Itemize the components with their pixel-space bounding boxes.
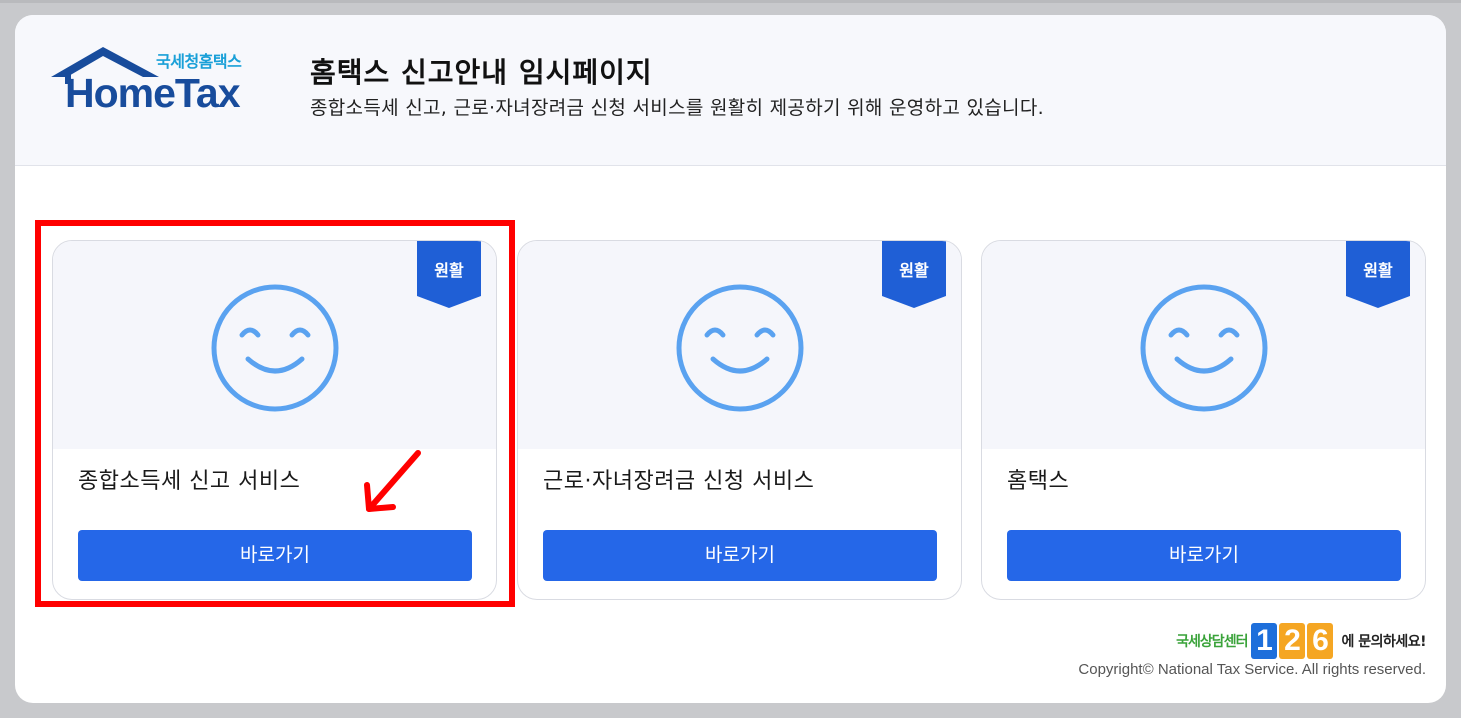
service-card-hometax: 원활 홈택스 바로가기 (981, 240, 1426, 600)
window-top-border (0, 0, 1461, 3)
copyright-text: Copyright© National Tax Service. All rig… (1078, 661, 1426, 678)
status-label: 원활 (1363, 261, 1393, 280)
smiley-icon (1140, 284, 1268, 412)
card-image-area: 원활 (518, 241, 961, 449)
go-button[interactable]: 바로가기 (543, 530, 937, 581)
status-badge: 원활 (1346, 241, 1410, 308)
card-title: 근로·자녀장려금 신청 서비스 (543, 469, 815, 494)
callcenter-digit: 2 (1279, 623, 1306, 659)
callcenter-digit: 6 (1307, 623, 1334, 659)
page-header: 국세청홈택스 HomeTax 홈택스 신고안내 임시페이지 종합소득세 신고, … (15, 15, 1446, 166)
service-card-earned-income-credit: 원활 근로·자녀장려금 신청 서비스 바로가기 (517, 240, 962, 600)
page-subtitle: 종합소득세 신고, 근로·자녀장려금 신청 서비스를 원활히 제공하기 위해 운… (310, 97, 1044, 119)
callcenter-prefix: 국세상담센터 (1176, 634, 1248, 650)
page-title: 홈택스 신고안내 임시페이지 (310, 56, 653, 89)
smiley-icon (676, 284, 804, 412)
status-label: 원활 (899, 261, 929, 280)
hometax-logo[interactable]: 국세청홈택스 HomeTax (51, 44, 266, 116)
callcenter-suffix: 에 문의하세요! (1341, 634, 1426, 650)
red-arrow-icon (364, 450, 421, 512)
card-title: 홈택스 (1007, 469, 1070, 494)
status-badge: 원활 (882, 241, 946, 308)
card-image-area: 원활 (982, 241, 1425, 449)
main-panel: 국세청홈택스 HomeTax 홈택스 신고안내 임시페이지 종합소득세 신고, … (15, 15, 1446, 703)
logo-english-text: HomeTax (65, 70, 241, 116)
logo-korean-text: 국세청홈택스 (156, 52, 242, 71)
highlight-box (35, 220, 515, 607)
callcenter-banner: 국세상담센터 1 2 6 에 문의하세요! (1176, 621, 1426, 661)
go-button[interactable]: 바로가기 (1007, 530, 1401, 581)
callcenter-digit: 1 (1251, 623, 1278, 659)
